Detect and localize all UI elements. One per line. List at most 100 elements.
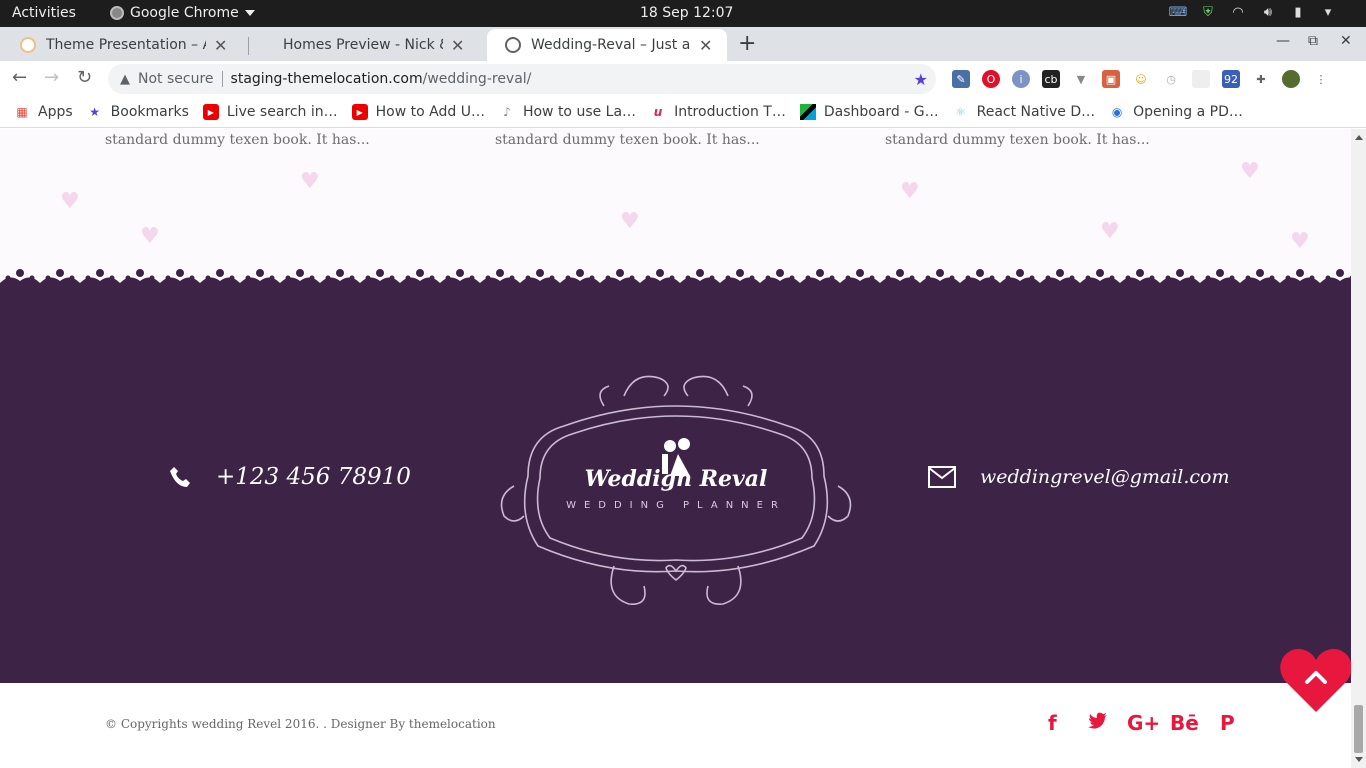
bookmark-label: Live search in…: [226, 104, 338, 120]
heart-decoration-icon: ♥: [620, 209, 640, 234]
back-arrow-icon[interactable]: ←: [12, 67, 27, 88]
post-excerpt: standard dummy texen book. It has...: [495, 132, 760, 148]
heart-decoration-icon: ♥: [900, 179, 920, 204]
bookmark-label: Dashboard - G…: [823, 104, 939, 120]
reload-icon[interactable]: ↻: [77, 67, 92, 88]
tab-theme-presentation[interactable]: Theme Presentation – Alis ✕: [2, 29, 242, 61]
keyboard-icon[interactable]: ⌨: [1169, 4, 1188, 20]
restore-icon[interactable]: ⧉: [1308, 33, 1318, 49]
heart-decoration-icon: ♥: [140, 224, 160, 249]
system-top-bar: Activities Google Chrome 18 Sep 12:07 ⌨ …: [0, 0, 1366, 27]
vue-extension-icon[interactable]: ▼: [1072, 70, 1090, 88]
minimize-icon[interactable]: —: [1276, 33, 1290, 49]
app-menu[interactable]: Google Chrome: [110, 5, 255, 21]
bookmark-star-icon[interactable]: ★: [914, 70, 928, 89]
heart-decoration-icon: ♥: [60, 189, 80, 214]
twitter-icon[interactable]: [1088, 711, 1108, 735]
close-window-icon[interactable]: ✕: [1340, 33, 1352, 49]
opera-extension-icon[interactable]: O: [982, 70, 1000, 88]
globe-icon: ◉: [1111, 105, 1123, 119]
post-excerpt: standard dummy texen book. It has...: [885, 132, 1150, 148]
tab-separator: [248, 37, 249, 55]
bookmark-label: Introduction T…: [674, 104, 786, 120]
tab-favicon-icon: [20, 37, 36, 53]
pen-extension-icon[interactable]: ✎: [952, 70, 970, 88]
pinterest-icon[interactable]: P: [1220, 711, 1235, 735]
battery-icon[interactable]: ▮: [1290, 4, 1306, 20]
menu-kebab-icon[interactable]: ⋮: [1312, 70, 1330, 88]
system-tray[interactable]: ⌨ ⛨ ◠ 🔊︎ ▮ ▾: [1169, 4, 1336, 20]
bookmark-label: Apps: [38, 104, 73, 120]
wifi-icon[interactable]: ◠: [1230, 4, 1246, 20]
caret-down-icon: [244, 10, 255, 16]
forward-arrow-icon[interactable]: →: [44, 67, 59, 88]
facebook-icon[interactable]: f: [1048, 711, 1057, 735]
security-label[interactable]: Not secure: [138, 71, 214, 87]
tab-title: Wedding-Reval – Just and: [531, 37, 691, 53]
bookmark-label: React Native D…: [976, 104, 1096, 120]
back-to-top-button[interactable]: [1280, 648, 1352, 714]
bookmark-react-native[interactable]: ⚛ React Native D…: [953, 104, 1096, 120]
clock[interactable]: 18 Sep 12:07: [640, 5, 733, 21]
volume-icon[interactable]: 🔊︎: [1260, 4, 1276, 20]
scroll-down-icon[interactable]: [1355, 757, 1363, 762]
close-icon[interactable]: ✕: [214, 36, 227, 55]
bookmark-introduction[interactable]: u Introduction T…: [650, 104, 786, 120]
browser-toolbar: ← → ↻ ▲ Not secure staging-themelocation…: [0, 61, 1366, 97]
bookmark-live-search[interactable]: ▶ Live search in…: [202, 104, 338, 120]
email-contact[interactable]: weddingrevel@gmail.com: [928, 466, 1230, 488]
cb-extension-icon[interactable]: cb: [1042, 70, 1060, 88]
bookmark-bookmarks[interactable]: ★ Bookmarks: [87, 104, 189, 120]
phone-icon: [168, 465, 192, 489]
bookmark-dashboard[interactable]: Dashboard - G…: [799, 104, 939, 120]
envelope-icon: [928, 466, 956, 488]
avatar[interactable]: [1282, 70, 1300, 88]
scroll-up-icon[interactable]: [1355, 135, 1363, 140]
tab-wedding-reval[interactable]: Wedding-Reval – Just and ✕: [487, 29, 727, 61]
badge-extension-icon[interactable]: 92: [1222, 70, 1240, 88]
blank-extension-icon[interactable]: [1192, 70, 1210, 88]
phone-number: +123 456 78910: [216, 464, 411, 490]
timer-extension-icon[interactable]: ◷: [1162, 70, 1180, 88]
tab-strip: Theme Presentation – Alis ✕ Homes Previe…: [0, 27, 1366, 61]
tab-title: Homes Preview - Nick & Sa: [283, 37, 443, 53]
tab-title: Theme Presentation – Alis: [46, 37, 206, 53]
url-path: /wedding-reval/: [422, 71, 532, 87]
scrollbar-thumb[interactable]: [1354, 705, 1363, 753]
bookmark-how-to-add[interactable]: ▶ How to Add U…: [351, 104, 485, 120]
screenshot-extension-icon[interactable]: ▣: [1102, 70, 1120, 88]
apps-grid-icon: ▦: [16, 105, 28, 119]
footer-bottom: © Copyrights wedding Revel 2016. . Desig…: [0, 683, 1351, 768]
globe-icon: [505, 37, 521, 53]
heart-decoration-icon: ♥: [1100, 219, 1120, 244]
bookmark-apps[interactable]: ▦ Apps: [14, 104, 73, 120]
footer-contact: +123 456 78910 Weddign Reval WEDDING PLA…: [0, 286, 1351, 683]
copyright-text: © Copyrights wedding Revel 2016. . Desig…: [105, 717, 496, 731]
person-extension-icon[interactable]: ☺: [1132, 70, 1150, 88]
page-scrollbar[interactable]: [1351, 129, 1366, 768]
shield-icon[interactable]: ⛨: [1200, 4, 1216, 20]
power-menu-icon[interactable]: ▾: [1320, 4, 1336, 20]
new-tab-button[interactable]: +: [738, 31, 756, 56]
close-icon[interactable]: ✕: [699, 36, 712, 55]
info-extension-icon[interactable]: i: [1012, 70, 1030, 88]
phone-contact[interactable]: +123 456 78910: [168, 464, 411, 490]
mic-icon: ♪: [503, 105, 511, 119]
tab-homes-preview[interactable]: Homes Preview - Nick & Sa ✕: [265, 29, 485, 61]
activities-button[interactable]: Activities: [12, 5, 76, 21]
address-bar[interactable]: ▲ Not secure staging-themelocation.com/w…: [108, 64, 936, 94]
bookmarks-bar: ▦ Apps ★ Bookmarks ▶ Live search in… ▶ How t…: [0, 97, 1366, 128]
warning-icon[interactable]: ▲: [120, 72, 130, 87]
close-icon[interactable]: ✕: [451, 36, 464, 55]
logo-subtitle: WEDDING PLANNER: [566, 500, 786, 511]
page-viewport: ♥ ♥ ♥ ♥ ♥ ♥ ♥ ♥ standard dummy texen boo…: [0, 129, 1351, 768]
puzzle-icon[interactable]: ✚: [1252, 70, 1270, 88]
bookmark-opening-pdf[interactable]: ◉ Opening a PD…: [1109, 104, 1243, 120]
heart-decoration-icon: ♥: [1290, 229, 1310, 254]
bookmark-label: Opening a PD…: [1133, 104, 1243, 120]
heart-decoration-icon: ♥: [300, 169, 320, 194]
star-icon: ★: [89, 105, 101, 119]
behance-icon[interactable]: Bē: [1170, 711, 1199, 735]
google-plus-icon[interactable]: G+: [1127, 711, 1160, 735]
bookmark-how-to-use[interactable]: ♪ How to use La…: [499, 104, 636, 120]
